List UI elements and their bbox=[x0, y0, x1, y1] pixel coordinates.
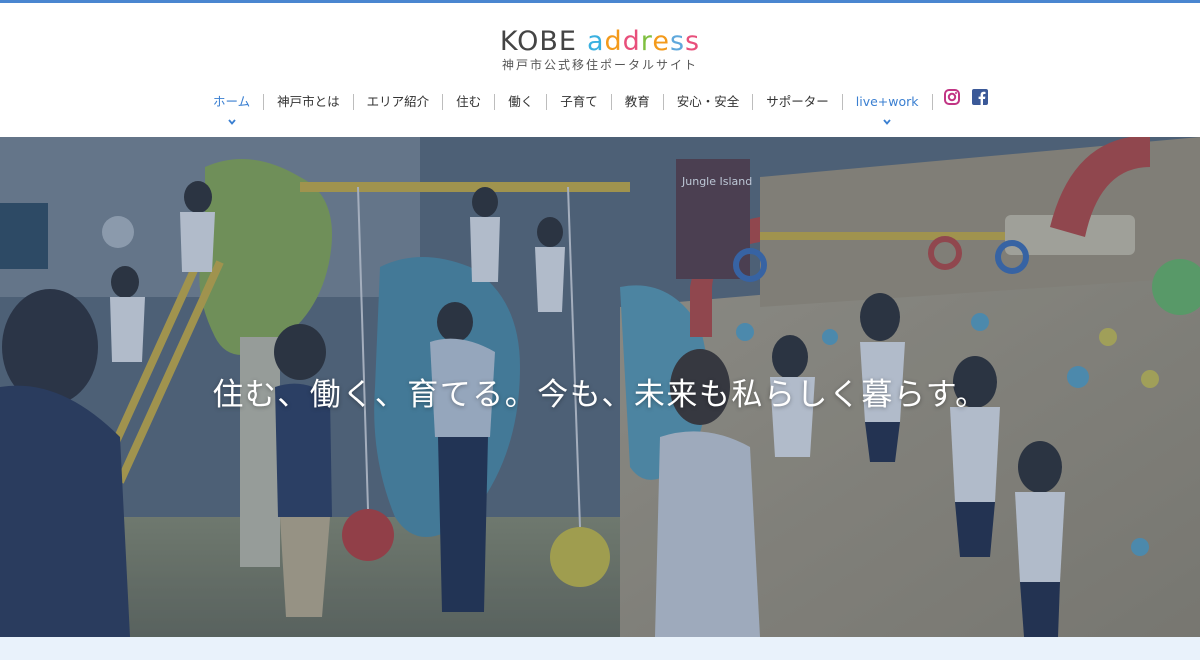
nav-separator bbox=[931, 94, 933, 110]
nav-childcare[interactable]: 子育て bbox=[547, 91, 611, 113]
next-section-strip bbox=[0, 637, 1200, 660]
nav-live[interactable]: 住む bbox=[443, 91, 494, 113]
logo-kobe: KOBE bbox=[499, 26, 577, 57]
instagram-icon[interactable] bbox=[944, 89, 960, 105]
nav-areas-label: エリア紹介 bbox=[366, 94, 430, 109]
nav-education[interactable]: 教育 bbox=[612, 91, 663, 113]
chevron-down-icon bbox=[227, 119, 236, 125]
nav-live-work[interactable]: live+work bbox=[843, 91, 932, 125]
nav-home[interactable]: ホーム bbox=[200, 91, 263, 125]
nav-supporters[interactable]: サポーター bbox=[753, 91, 842, 113]
logo-address-letter: a bbox=[586, 26, 605, 57]
logo-address-letter: d bbox=[604, 26, 623, 57]
logo-address-letter: s bbox=[669, 26, 686, 57]
logo-subtitle: 神戸市公式移住ポータルサイト bbox=[501, 58, 698, 72]
logo-address-letter: s bbox=[685, 26, 701, 57]
logo-address-letter: d bbox=[622, 26, 641, 57]
nav-education-label: 教育 bbox=[624, 94, 650, 109]
nav-work[interactable]: 働く bbox=[495, 91, 546, 113]
nav-live-work-label: live+work bbox=[855, 94, 919, 109]
nav-areas[interactable]: エリア紹介 bbox=[354, 91, 443, 113]
nav-home-label: ホーム bbox=[213, 94, 251, 109]
logo-address: address bbox=[587, 26, 700, 57]
main-nav: ホーム 神戸市とは エリア紹介 住む 働く 子育て 教育 安心・安全 サポーター… bbox=[200, 87, 933, 125]
hero-tagline: 住む、働く、育てる。今も、未来も私らしく暮らす。 bbox=[212, 377, 988, 413]
logo-address-letter: r bbox=[640, 26, 653, 57]
nav-work-label: 働く bbox=[508, 94, 534, 109]
nav-childcare-label: 子育て bbox=[560, 94, 598, 109]
nav-safety-label: 安心・安全 bbox=[676, 94, 740, 109]
facebook-icon[interactable] bbox=[972, 89, 988, 105]
logo-address-letter: e bbox=[652, 26, 670, 57]
nav-supporters-label: サポーター bbox=[766, 94, 829, 109]
nav-about-kobe[interactable]: 神戸市とは bbox=[264, 91, 353, 113]
site-logo[interactable]: KOBE address 神戸市公式移住ポータルサイト bbox=[0, 26, 1200, 73]
chevron-down-icon bbox=[883, 119, 891, 125]
hero-banner: Jungle Island 住む、働く、育てる。今も、未来も私らしく暮らす。 bbox=[0, 137, 1200, 637]
nav-safety[interactable]: 安心・安全 bbox=[664, 91, 753, 113]
site-header: KOBE address 神戸市公式移住ポータルサイト ホーム 神戸市とは エリア… bbox=[0, 3, 1200, 137]
nav-about-kobe-label: 神戸市とは bbox=[277, 94, 340, 109]
nav-live-label: 住む bbox=[456, 94, 482, 109]
